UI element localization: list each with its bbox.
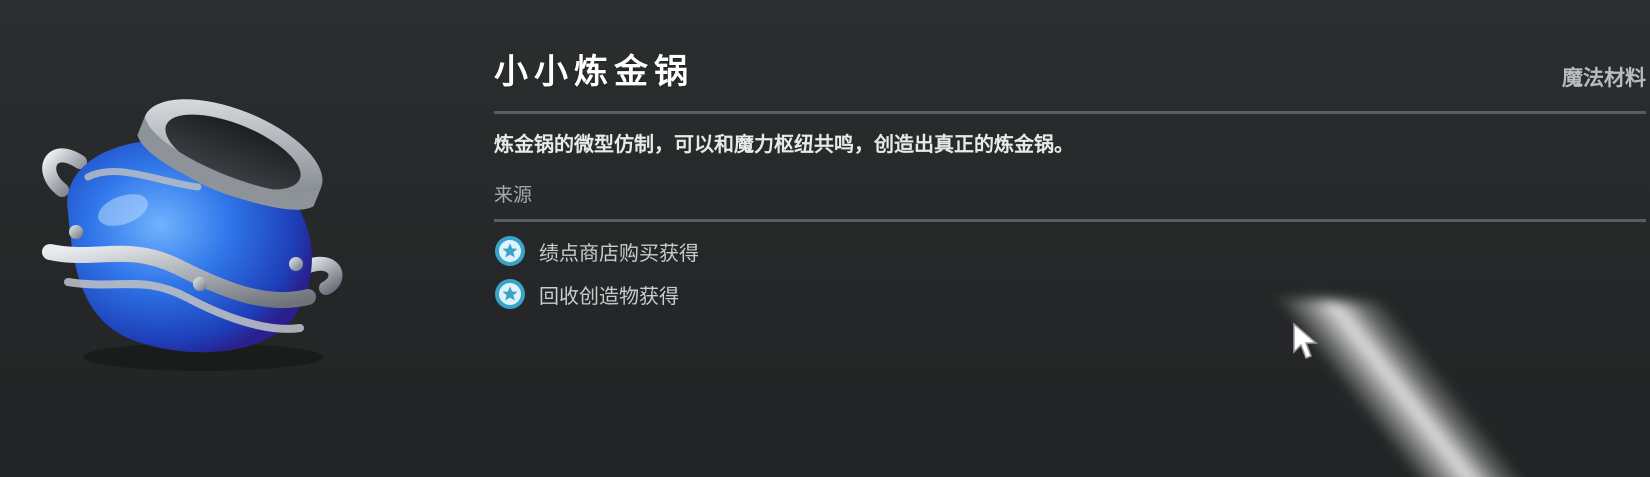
item-title: 小小炼金锅 (494, 52, 694, 92)
title-divider (494, 111, 1646, 114)
source-item-label: 回收创造物获得 (539, 283, 679, 308)
sources-list: 绩点商店购买获得 回收创造物获得 (494, 233, 699, 319)
mouse-pointer-icon (1293, 322, 1319, 359)
item-category: 魔法材料 (1562, 66, 1646, 90)
source-item-label: 绩点商店购买获得 (539, 240, 699, 265)
alchemy-pot-icon (42, 99, 343, 371)
source-item-recycle[interactable]: 回收创造物获得 (494, 276, 699, 312)
item-description: 炼金锅的微型仿制，可以和魔力枢纽共鸣，创造出真正的炼金锅。 (494, 132, 1074, 156)
star-badge-icon (495, 236, 525, 266)
sources-heading: 来源 (494, 184, 533, 206)
item-detail-card: 小小炼金锅 魔法材料 炼金锅的微型仿制，可以和魔力枢纽共鸣，创造出真正的炼金锅。… (0, 0, 1650, 477)
source-item-shop[interactable]: 绩点商店购买获得 (494, 233, 699, 269)
star-badge-icon (495, 279, 525, 309)
sources-divider (494, 219, 1646, 222)
